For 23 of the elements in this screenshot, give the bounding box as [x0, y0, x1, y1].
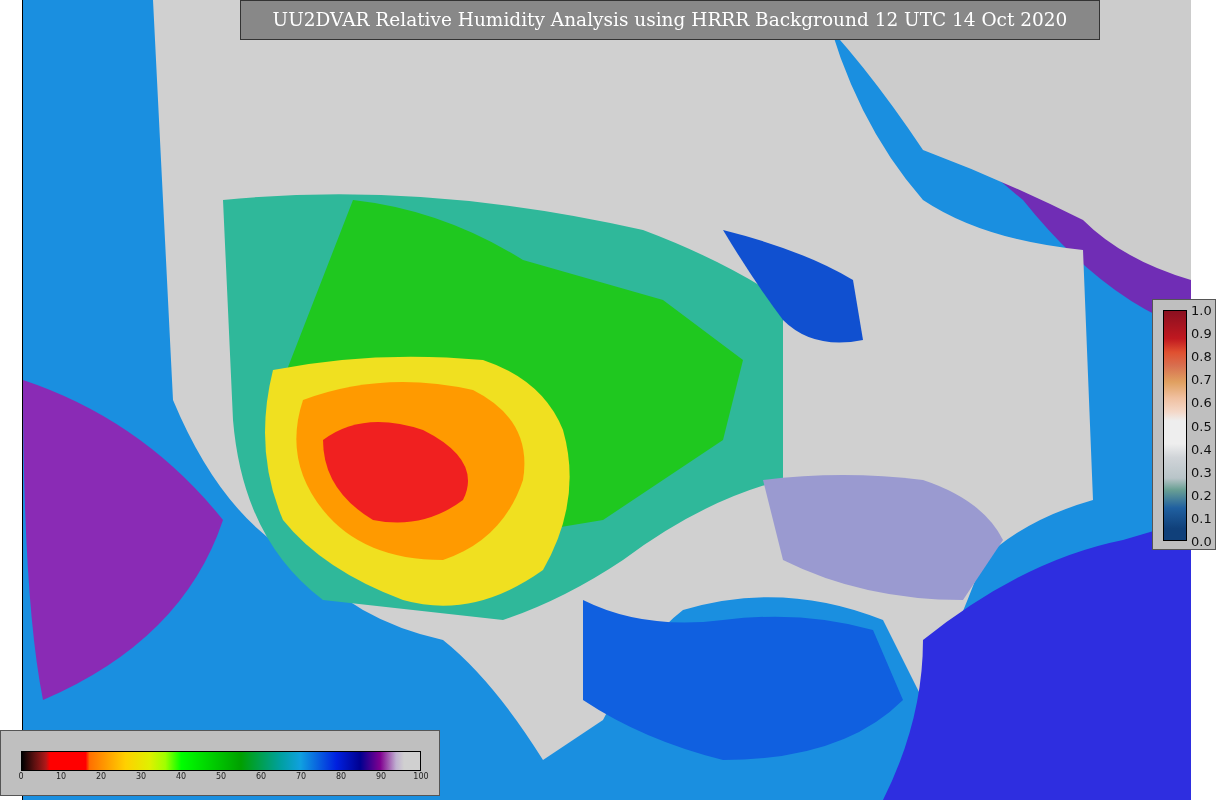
tick-label: 100 — [413, 773, 429, 781]
tick-label: 0.1 — [1191, 511, 1212, 525]
tick-label: 10 — [55, 773, 67, 781]
tick-label: 40 — [175, 773, 187, 781]
tick-label: 0.3 — [1191, 465, 1212, 479]
tick-label: 80 — [335, 773, 347, 781]
tick-label: 0.7 — [1191, 372, 1212, 386]
tick-label: 0.2 — [1191, 488, 1212, 502]
tick-label: 0 — [18, 773, 24, 781]
tick-label: 30 — [135, 773, 147, 781]
map-title: UU2DVAR Relative Humidity Analysis using HRRR Background 12 UTC 14 Oct 2020 — [240, 0, 1100, 40]
tick-label: 70 — [295, 773, 307, 781]
tick-label: 0.9 — [1191, 326, 1212, 340]
tick-label: 60 — [255, 773, 267, 781]
tick-label: 20 — [95, 773, 107, 781]
tick-label: 50 — [215, 773, 227, 781]
tick-label: 0.5 — [1191, 419, 1212, 432]
tick-label: 0.6 — [1191, 395, 1212, 409]
tick-label: 1.0 — [1191, 303, 1212, 317]
tick-label: 0.8 — [1191, 349, 1212, 363]
tick-label: 0.0 — [1191, 534, 1212, 548]
tick-label: 90 — [375, 773, 387, 781]
tick-label: 0.4 — [1191, 442, 1212, 456]
